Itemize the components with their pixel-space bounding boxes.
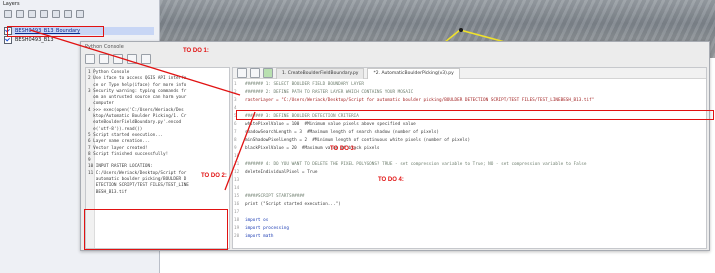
code-line: ####### 4: DO YOU WANT TO DELETE THE PIX… <box>245 162 587 167</box>
remove-layer-icon[interactable] <box>76 9 84 18</box>
highlight-box-raster-path <box>236 110 714 120</box>
shell-line: eateBoulderFieldBoundary.py'.encod <box>88 120 182 126</box>
line-number: 11 <box>234 162 240 167</box>
line-number: 14 <box>234 186 240 191</box>
shell-line: ce or Type help(iface) for more info <box>88 82 187 88</box>
shell-lines: 1 Python Console 2 Use iface to access QG… <box>88 70 189 196</box>
code-line: shadowSearchLength = 3 #Maximum length o… <box>245 130 440 135</box>
layer-item-raster[interactable]: BESH0493_B13 <box>4 36 54 44</box>
line-number: 1 <box>234 82 237 87</box>
expand-all-icon[interactable] <box>52 9 60 18</box>
run-script-icon[interactable] <box>263 68 273 78</box>
layer-name: BESH0493_B13 <box>15 37 54 43</box>
boundary-vertex <box>459 28 463 32</box>
highlight-box-layer <box>7 26 104 37</box>
code-area[interactable]: ####### 1: SELECT BOULDER FIELD BOUNDARY… <box>233 80 706 248</box>
line-number: 7 <box>234 130 237 135</box>
highlight-box-shell-path <box>84 209 228 250</box>
script-editor[interactable]: 1. CreateBoulderFieldBoundary.py *2. Aut… <box>232 67 707 249</box>
todo1-label: TO DO 1: <box>183 48 209 54</box>
shell-line: BESH_B13.tif <box>88 189 127 195</box>
code-line: deleteIndividualPixel = True <box>245 170 318 175</box>
line-number: 8 <box>234 138 237 143</box>
clear-console-icon[interactable] <box>85 54 95 64</box>
run-command-icon[interactable] <box>99 54 109 64</box>
todo4-label: TO DO 4: <box>378 177 404 183</box>
code-line: #####SCRIPT STARTS##### <box>245 194 305 199</box>
code-line: blackPixelValue = 20 #Maximum value of b… <box>245 146 380 151</box>
line-number: 16 <box>234 202 240 207</box>
line-number: 15 <box>234 194 240 199</box>
filter-legend-icon[interactable] <box>40 9 48 18</box>
manage-map-themes-icon[interactable] <box>28 9 36 18</box>
line-number: 9 <box>234 146 237 151</box>
editor-tab-active[interactable]: *2. AutomaticBoulderPicking(v3).py <box>367 68 460 79</box>
shell-line: 2 Use iface to access QGIS API interfa <box>88 76 187 82</box>
code-line: import math <box>245 234 274 239</box>
code-line: minShadowPixelLength = 2 #Minimum length… <box>245 138 471 143</box>
line-number: 17 <box>234 210 240 215</box>
code-line: ####### 1: SELECT BOULDER FIELD BOUNDARY… <box>245 82 364 87</box>
add-group-icon[interactable] <box>16 9 24 18</box>
collapse-all-icon[interactable] <box>64 9 72 18</box>
line-number: 2 <box>234 90 237 95</box>
layer-visibility-checkbox[interactable] <box>4 36 12 44</box>
shell-line: ETECTION SCRIPT/TEST FILES/TEST_LINE <box>88 183 189 189</box>
todo3-label: TO DO 3: <box>330 146 356 152</box>
tab-label: *2. AutomaticBoulderPicking(v3).py <box>373 71 454 76</box>
open-layer-styling-icon[interactable] <box>4 9 12 18</box>
todo2-label: TO DO 2: <box>201 173 227 179</box>
code-line: import os <box>245 218 269 223</box>
editor-tab[interactable]: 1. CreateBoulderFieldBoundary.py <box>276 68 365 79</box>
line-number: 10 <box>234 154 240 159</box>
line-number: 13 <box>234 178 240 183</box>
code-line: whitePixelValue = 100 #Minimum value pix… <box>245 122 416 127</box>
layers-panel-title: Layers <box>3 1 20 7</box>
editor-toolbar: 1. CreateBoulderFieldBoundary.py *2. Aut… <box>233 68 706 79</box>
line-number: 18 <box>234 218 240 223</box>
line-number: 3 <box>234 98 237 103</box>
save-script-icon[interactable] <box>250 68 260 78</box>
code-line: ####### 2: DEFINE PATH TO RASTER LAYER W… <box>245 90 414 95</box>
console-title: Python Console <box>85 44 124 50</box>
line-number: 6 <box>234 122 237 127</box>
help-icon[interactable] <box>141 54 151 64</box>
code-line: import processing <box>245 226 289 231</box>
code-line: rasterLayer = "C:/Users/Weriack/Desktop/… <box>245 98 595 103</box>
line-number: 19 <box>234 226 240 231</box>
line-number: 20 <box>234 234 240 239</box>
open-script-icon[interactable] <box>237 68 247 78</box>
code-line: print ("Script started execution...") <box>245 202 341 207</box>
show-editor-icon[interactable] <box>113 54 123 64</box>
options-icon[interactable] <box>127 54 137 64</box>
line-number: 12 <box>234 170 240 175</box>
tab-label: 1. CreateBoulderFieldBoundary.py <box>282 71 359 76</box>
console-toolbar <box>85 54 151 64</box>
layers-toolbar <box>4 9 144 18</box>
